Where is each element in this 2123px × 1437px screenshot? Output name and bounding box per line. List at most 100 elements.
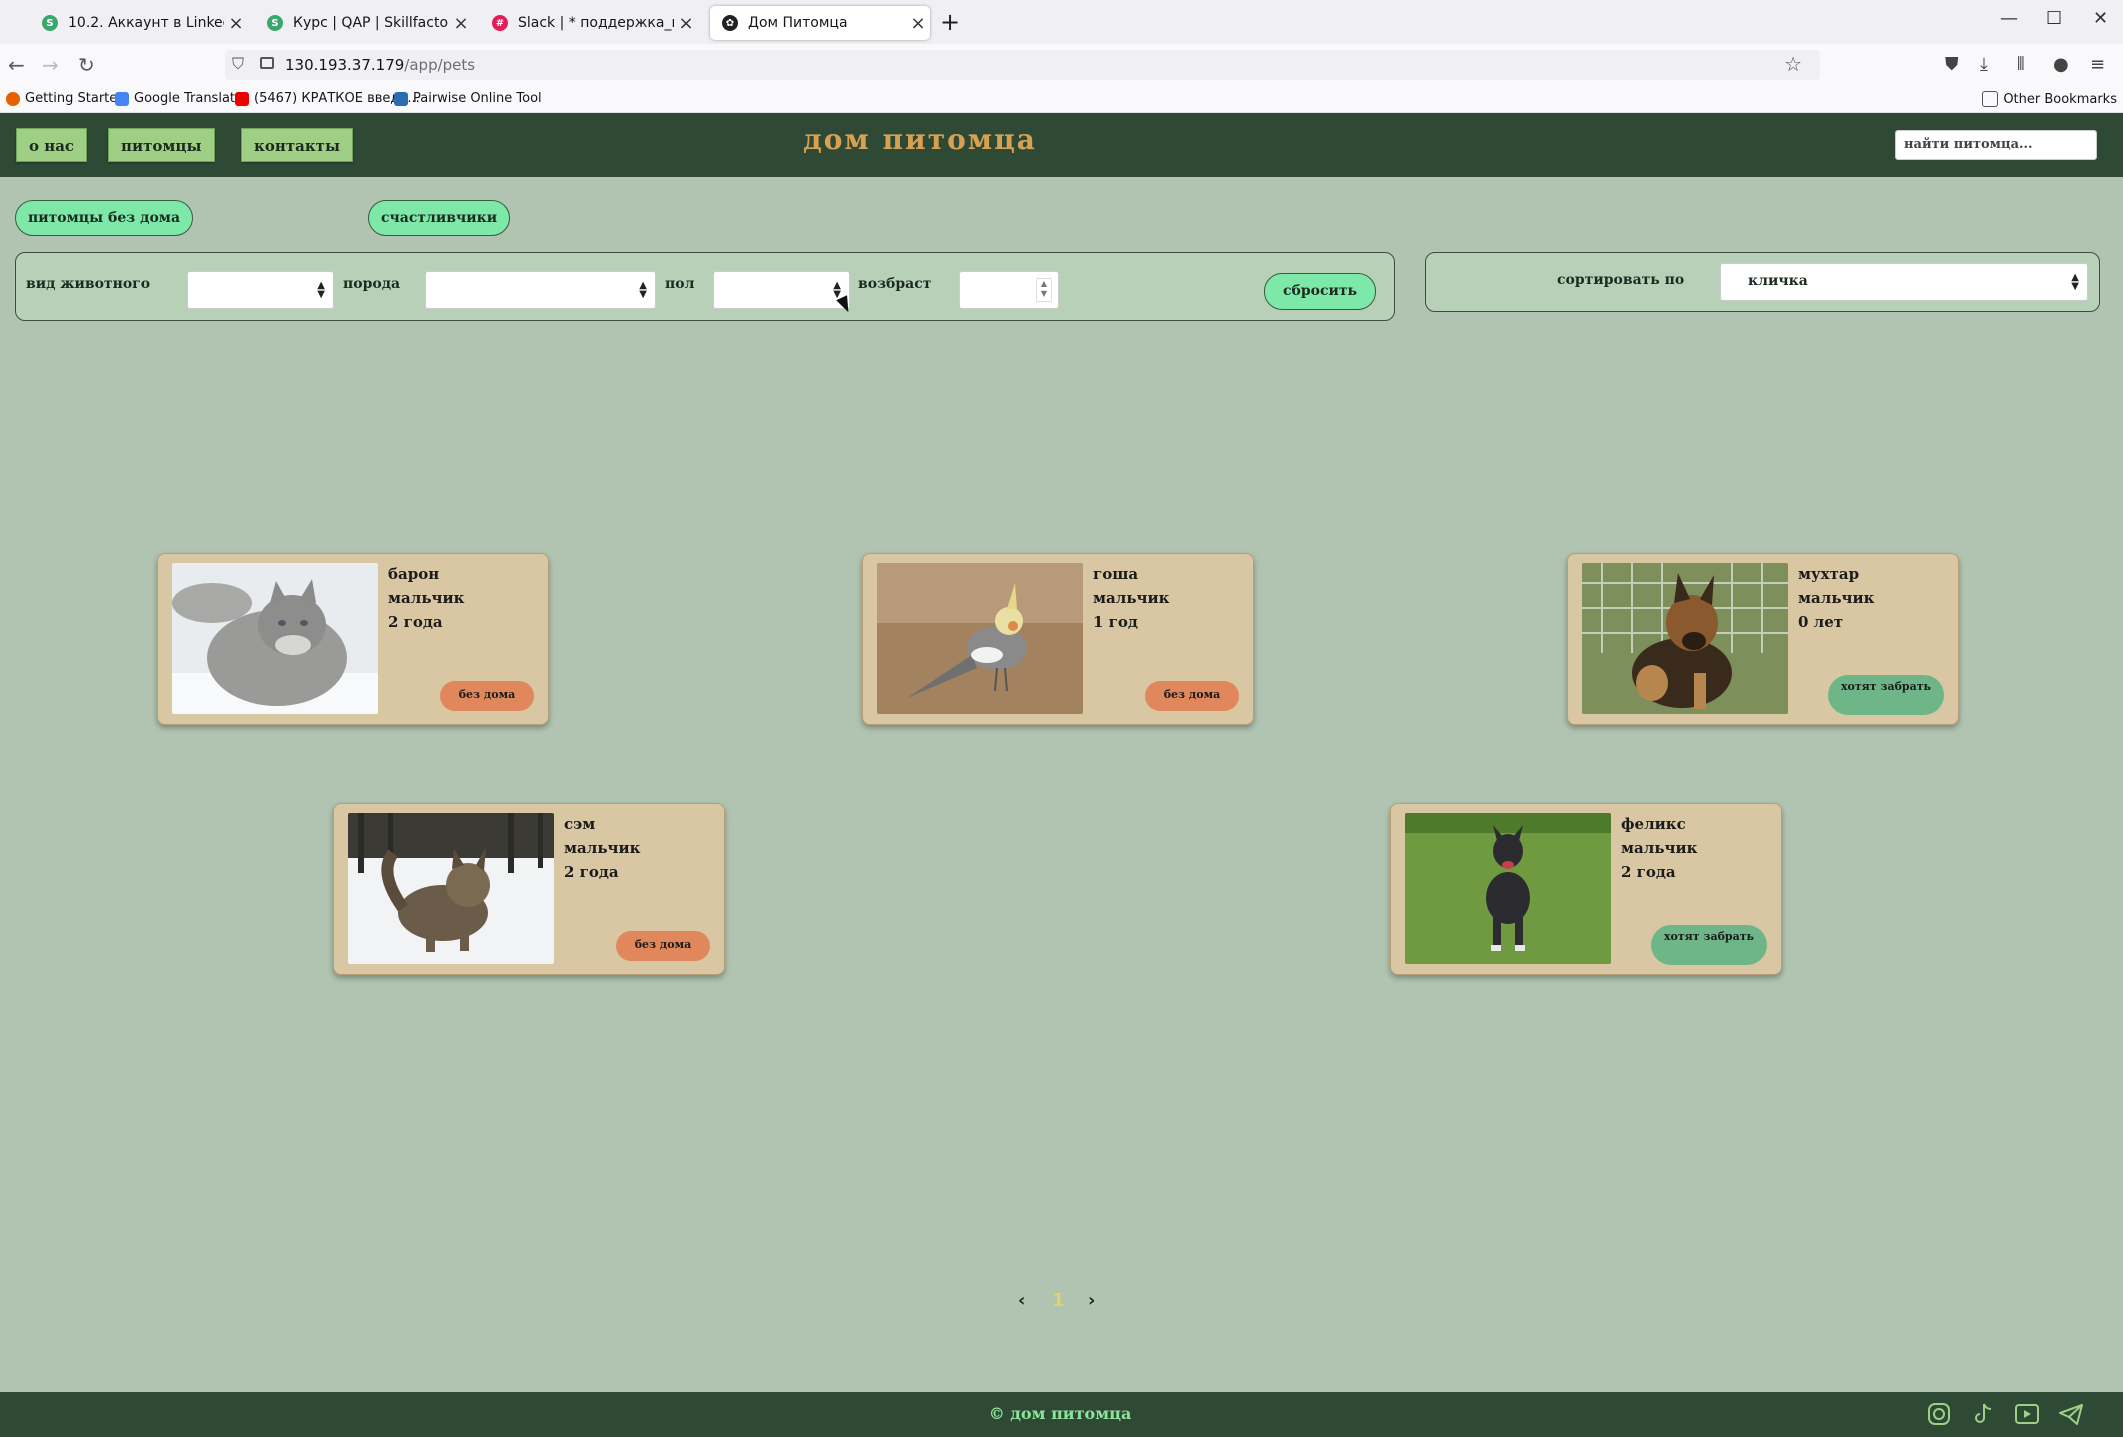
close-tab-icon[interactable]: ×: [224, 13, 248, 34]
back-icon[interactable]: ←: [8, 53, 25, 77]
menu-icon[interactable]: ≡: [2090, 54, 2105, 75]
youtube-icon: [235, 91, 249, 106]
lock-icon[interactable]: [260, 57, 274, 69]
pet-info: Гоша мальчик 1 год: [1093, 562, 1169, 634]
pet-card[interactable]: Феликс мальчик 2 года хотят забрать: [1390, 803, 1782, 975]
breed-label: порода: [343, 276, 401, 292]
library-icon[interactable]: ⫴: [2017, 54, 2025, 75]
next-page-button[interactable]: ›: [1088, 1290, 1095, 1311]
pet-gender: мальчик: [564, 839, 641, 857]
number-spinner-icon[interactable]: ▲ ▼: [1036, 278, 1052, 302]
bookmark-item[interactable]: (5467) КРАТКОЕ введе...: [235, 91, 420, 106]
sort-select-value: кличка: [1748, 273, 1808, 289]
reload-icon[interactable]: ↻: [78, 53, 95, 77]
select-arrows-icon: ▲ ▼: [2071, 272, 2079, 292]
pet-name: Мухтар: [1798, 565, 1860, 583]
close-tab-icon[interactable]: ×: [906, 13, 930, 34]
pet-age: 0 лет: [1798, 613, 1844, 631]
close-tab-icon[interactable]: ×: [449, 13, 473, 34]
telegram-icon[interactable]: [2058, 1402, 2084, 1426]
animal-type-select[interactable]: ▲ ▼: [187, 271, 334, 309]
pet-info: Мухтар мальчик 0 лет: [1798, 562, 1874, 634]
pet-age: 2 года: [388, 613, 443, 631]
slack-icon: #: [492, 15, 508, 31]
minimize-icon[interactable]: —: [2000, 8, 2018, 29]
tab-title: Slack | * поддержка_и_мотивац: [518, 15, 674, 31]
gender-label: пол: [665, 276, 695, 292]
breed-select[interactable]: ▲ ▼: [425, 271, 656, 309]
nav-about[interactable]: о нас: [16, 128, 88, 162]
pet-info: Феликс мальчик 2 года: [1621, 812, 1697, 884]
pet-card[interactable]: Гоша мальчик 1 год без дома: [862, 553, 1254, 725]
pet-card[interactable]: Барон мальчик 2 года без дома: [157, 553, 549, 725]
status-badge-homeless[interactable]: без дома: [440, 681, 534, 711]
pet-photo[interactable]: [1582, 563, 1788, 714]
other-bookmarks[interactable]: Other Bookmarks: [1982, 91, 2117, 107]
bookmark-star-icon[interactable]: ☆: [1784, 52, 1802, 76]
copyright-text: © дом питомца: [988, 1404, 1132, 1423]
translate-icon: [115, 91, 129, 106]
age-label: возбраст: [858, 276, 932, 292]
youtube-icon[interactable]: [2014, 1402, 2040, 1426]
browser-tab[interactable]: S Курс | QAP | Skillfactory ×: [255, 6, 473, 40]
pet-photo[interactable]: [877, 563, 1083, 714]
tab-title: Курс | QAP | Skillfactory: [293, 15, 449, 31]
account-icon[interactable]: ●: [2053, 54, 2069, 75]
browser-tab[interactable]: # Slack | * поддержка_и_мотивац ×: [480, 6, 698, 40]
url-bar[interactable]: ⛉ 130.193.37.179/app/pets ☆: [225, 50, 1820, 80]
select-arrows-icon: ▲ ▼: [639, 280, 647, 300]
new-tab-icon[interactable]: +: [940, 8, 960, 36]
pet-name: Феликс: [1621, 815, 1686, 833]
tiktok-icon[interactable]: [1970, 1402, 1996, 1426]
sort-select[interactable]: кличка ▲ ▼: [1720, 263, 2088, 301]
gender-select[interactable]: ▲ ▼: [713, 271, 850, 309]
browser-tab-bar: S 10.2. Аккаунт в LinkedIn | Мод × S Кур…: [0, 0, 2123, 44]
tab-title: 10.2. Аккаунт в LinkedIn | Мод: [68, 15, 224, 31]
status-badge-homeless[interactable]: без дома: [1145, 681, 1239, 711]
maximize-icon[interactable]: ☐: [2046, 8, 2062, 29]
search-input[interactable]: найти питомца...: [1895, 130, 2097, 160]
url-text[interactable]: 130.193.37.179/app/pets: [285, 56, 475, 74]
pet-info: Барон мальчик 2 года: [388, 562, 464, 634]
bookmark-item[interactable]: Pairwise Online Tool: [394, 91, 542, 106]
site-logo[interactable]: Дом Питомца: [790, 123, 1050, 156]
close-window-icon[interactable]: ✕: [2093, 8, 2108, 29]
pet-photo[interactable]: [1405, 813, 1611, 964]
status-badge-homeless[interactable]: без дома: [616, 931, 710, 961]
pet-name: Сэм: [564, 815, 596, 833]
pocket-icon[interactable]: ⛊: [1945, 54, 1959, 75]
close-tab-icon[interactable]: ×: [674, 13, 698, 34]
prev-page-button[interactable]: ‹: [1018, 1290, 1025, 1311]
bookmark-item[interactable]: Google Translate: [115, 91, 243, 106]
bookmark-item[interactable]: Getting Started: [6, 91, 126, 106]
pet-photo[interactable]: [348, 813, 554, 964]
skillfactory-icon: S: [267, 15, 283, 31]
pet-gender: мальчик: [388, 589, 465, 607]
pet-card[interactable]: Сэм мальчик 2 года без дома: [333, 803, 725, 975]
animal-type-label: вид животного: [26, 276, 151, 292]
instagram-icon[interactable]: [1926, 1402, 1952, 1426]
pet-card[interactable]: Мухтар мальчик 0 лет хотят забрать: [1567, 553, 1959, 725]
current-page[interactable]: 1: [1052, 1290, 1065, 1311]
pet-gender: мальчик: [1621, 839, 1698, 857]
age-input[interactable]: ▲ ▼: [959, 271, 1059, 309]
pet-photo[interactable]: [172, 563, 378, 714]
tab-homeless-pets[interactable]: питомцы без дома: [15, 200, 194, 236]
forward-icon[interactable]: →: [42, 53, 59, 77]
downloads-icon[interactable]: ⤓: [1980, 54, 1988, 75]
tab-lucky-pets[interactable]: счастливчики: [368, 200, 511, 236]
bookmarks-bar: Getting Started Google Translate (5467) …: [0, 86, 2123, 113]
status-badge-wanted[interactable]: хотят забрать: [1828, 675, 1944, 715]
shield-icon[interactable]: ⛉: [232, 54, 244, 74]
nav-pets[interactable]: питомцы: [108, 128, 215, 162]
nav-contacts[interactable]: контакты: [241, 128, 353, 162]
browser-tab-active[interactable]: ✿ Дом Питомца ×: [710, 6, 930, 40]
skillfactory-icon: S: [42, 15, 58, 31]
browser-tab[interactable]: S 10.2. Аккаунт в LinkedIn | Мод ×: [30, 6, 248, 40]
pet-info: Сэм мальчик 2 года: [564, 812, 640, 884]
status-badge-wanted[interactable]: хотят забрать: [1651, 925, 1767, 965]
site-header: о нас питомцы контакты Дом Питомца: [0, 113, 2123, 177]
browser-nav-bar: ← → ↻ ⛉ 130.193.37.179/app/pets ☆ ⛊ ⤓ ⫴ …: [0, 44, 2123, 86]
reset-filters-button[interactable]: сбросить: [1264, 273, 1376, 310]
paw-icon: ✿: [722, 15, 738, 31]
